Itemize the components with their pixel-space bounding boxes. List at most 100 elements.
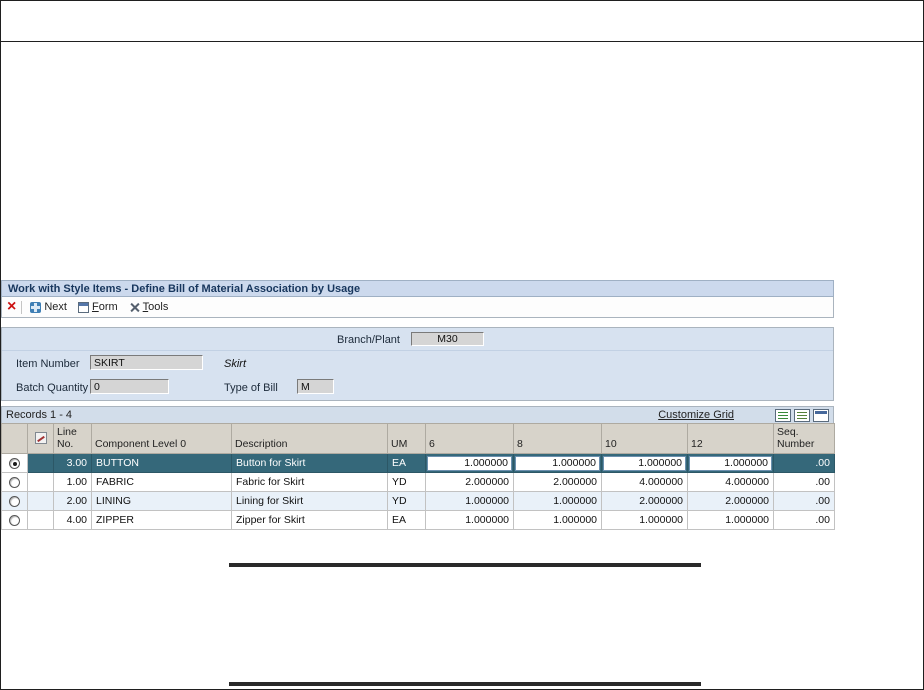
close-button[interactable]: × — [7, 299, 16, 315]
row-select-cell[interactable] — [1, 510, 28, 531]
next-icon — [30, 301, 42, 313]
cell-seq[interactable]: .00 — [773, 453, 835, 474]
edit-column-header[interactable] — [27, 422, 54, 455]
form-menu[interactable]: Form — [75, 300, 121, 314]
double-rule-top — [229, 563, 701, 567]
cell-um[interactable]: YD — [387, 472, 426, 493]
col-header-component[interactable]: Component Level 0 — [91, 422, 232, 455]
col-header-seq[interactable]: Seq. Number — [773, 422, 835, 455]
row-select-radio[interactable] — [9, 495, 20, 507]
toolbar-separator — [21, 300, 23, 314]
cell-line-no[interactable]: 2.00 — [53, 491, 92, 512]
edit-cell[interactable] — [27, 491, 54, 512]
next-label: Next — [44, 301, 67, 313]
page: Work with Style Items - Define Bill of M… — [0, 0, 924, 690]
window-title: Work with Style Items - Define Bill of M… — [8, 282, 361, 295]
csv-export-icon[interactable] — [794, 408, 810, 422]
edit-cell[interactable] — [27, 453, 54, 474]
cell-seq[interactable]: .00 — [773, 491, 835, 512]
cell-size10[interactable]: 1.000000 — [601, 510, 688, 531]
cell-seq[interactable]: .00 — [773, 472, 835, 493]
window-title-bar: Work with Style Items - Define Bill of M… — [1, 280, 834, 297]
cell-size12[interactable]: 2.000000 — [687, 491, 774, 512]
col-header-size10[interactable]: 10 — [601, 422, 688, 455]
cell-size12 — [687, 453, 774, 474]
cell-size10[interactable]: 2.000000 — [601, 491, 688, 512]
select-column-header — [1, 422, 28, 455]
branch-plant-label: Branch/Plant — [337, 334, 400, 346]
bom-grid: Line No. Component Level 0 Description U… — [1, 422, 835, 531]
type-of-bill-label: Type of Bill — [224, 382, 278, 394]
cell-component[interactable]: ZIPPER — [91, 510, 232, 531]
top-rule — [1, 41, 923, 42]
cell-line-no[interactable]: 3.00 — [53, 453, 92, 474]
row-select-radio[interactable] — [9, 514, 20, 526]
cell-size6[interactable]: 1.000000 — [425, 510, 514, 531]
item-number-field[interactable] — [90, 355, 203, 370]
cell-um[interactable]: EA — [387, 453, 426, 474]
tools-label: Tools — [142, 301, 169, 313]
cell-description[interactable]: Lining for Skirt — [231, 491, 388, 512]
cell-size8[interactable]: 1.000000 — [513, 491, 602, 512]
row-select-cell[interactable] — [1, 453, 28, 474]
batch-quantity-label: Batch Quantity — [16, 382, 89, 394]
row-select-radio[interactable] — [9, 457, 20, 469]
row-select-cell[interactable] — [1, 472, 28, 493]
cell-size8[interactable]: 1.000000 — [513, 510, 602, 531]
cell-description[interactable]: Zipper for Skirt — [231, 510, 388, 531]
table-row[interactable]: 1.00 FABRIC Fabric for Skirt YD 2.000000… — [1, 472, 835, 493]
col-header-um[interactable]: UM — [387, 422, 426, 455]
type-of-bill-field[interactable] — [297, 379, 334, 394]
table-row[interactable]: 4.00 ZIPPER Zipper for Skirt EA 1.000000… — [1, 510, 835, 531]
expand-grid-icon[interactable] — [813, 408, 829, 422]
cell-seq[interactable]: .00 — [773, 510, 835, 531]
cell-size6 — [425, 453, 514, 474]
size6-input[interactable] — [427, 455, 512, 471]
cell-size8[interactable]: 2.000000 — [513, 472, 602, 493]
edit-pencil-icon — [34, 432, 47, 445]
grid-header-row: Line No. Component Level 0 Description U… — [1, 422, 835, 455]
cell-size10[interactable]: 4.000000 — [601, 472, 688, 493]
cell-size6[interactable]: 1.000000 — [425, 491, 514, 512]
cell-um[interactable]: EA — [387, 510, 426, 531]
cell-size6[interactable]: 2.000000 — [425, 472, 514, 493]
cell-size8 — [513, 453, 602, 474]
row-select-radio[interactable] — [9, 476, 20, 488]
col-header-size6[interactable]: 6 — [425, 422, 514, 455]
size10-input[interactable] — [603, 455, 686, 471]
item-description: Skirt — [224, 358, 246, 370]
next-button[interactable]: Next — [27, 300, 70, 314]
excel-export-icon[interactable] — [775, 408, 791, 422]
col-header-line-no[interactable]: Line No. — [53, 422, 92, 455]
tools-menu[interactable]: Tools — [126, 300, 172, 314]
col-header-size12[interactable]: 12 — [687, 422, 774, 455]
edit-cell[interactable] — [27, 510, 54, 531]
size8-input[interactable] — [515, 455, 600, 471]
cell-size12[interactable]: 1.000000 — [687, 510, 774, 531]
cell-component[interactable]: FABRIC — [91, 472, 232, 493]
item-number-label: Item Number — [16, 358, 80, 370]
cell-component[interactable]: LINING — [91, 491, 232, 512]
table-row[interactable]: 2.00 LINING Lining for Skirt YD 1.000000… — [1, 491, 835, 512]
cell-component[interactable]: BUTTON — [91, 453, 232, 474]
cell-um[interactable]: YD — [387, 491, 426, 512]
row-select-cell[interactable] — [1, 491, 28, 512]
cell-size10 — [601, 453, 688, 474]
edit-cell[interactable] — [27, 472, 54, 493]
customize-grid-link[interactable]: Customize Grid — [658, 409, 734, 421]
tools-icon — [129, 302, 140, 313]
cell-line-no[interactable]: 4.00 — [53, 510, 92, 531]
cell-line-no[interactable]: 1.00 — [53, 472, 92, 493]
size12-input[interactable] — [689, 455, 772, 471]
cell-description[interactable]: Button for Skirt — [231, 453, 388, 474]
form-label: Form — [91, 301, 118, 313]
batch-quantity-field[interactable] — [90, 379, 169, 394]
cell-description[interactable]: Fabric for Skirt — [231, 472, 388, 493]
table-row[interactable]: 3.00 BUTTON Button for Skirt EA .00 — [1, 453, 835, 474]
col-header-description[interactable]: Description — [231, 422, 388, 455]
double-rule-bottom — [229, 682, 701, 686]
cell-size12[interactable]: 4.000000 — [687, 472, 774, 493]
branch-plant-field[interactable] — [411, 332, 484, 346]
form-header-area: Branch/Plant Item Number Skirt Batch Qua… — [1, 327, 834, 401]
col-header-size8[interactable]: 8 — [513, 422, 602, 455]
